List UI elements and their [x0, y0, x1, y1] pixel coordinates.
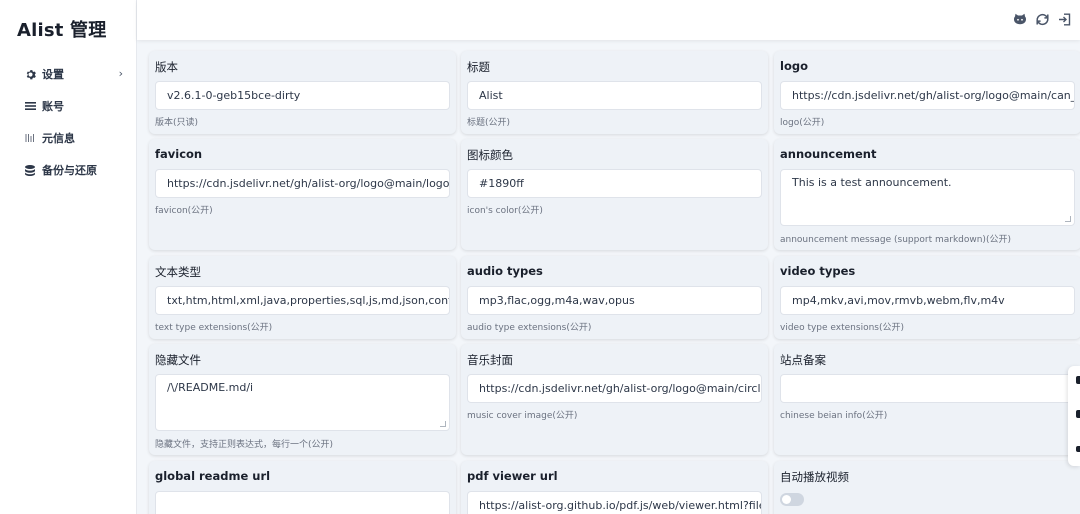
- setting-card-announcement: announcement This is a test announcement…: [774, 139, 1080, 250]
- version-field[interactable]: v2.6.1-0-geb15bce-dirty: [155, 81, 450, 110]
- resize-handle-icon[interactable]: [440, 421, 446, 427]
- setting-card-beian: 站点备案 chinese beian info(公开): [774, 344, 1080, 455]
- setting-label: 站点备案: [780, 353, 826, 367]
- setting-card-favicon: favicon https://cdn.jsdelivr.net/gh/alis…: [149, 139, 456, 250]
- music-cover-field[interactable]: https://cdn.jsdelivr.net/gh/alist-org/lo…: [467, 374, 762, 403]
- hidden-files-text: /\/README.md/i: [167, 381, 254, 394]
- setting-label: favicon: [155, 147, 203, 161]
- setting-label: 隐藏文件: [155, 353, 201, 367]
- video-types-field[interactable]: mp4,mkv,avi,mov,rmvb,webm,flv,m4v: [780, 286, 1075, 315]
- list-icon: [24, 100, 36, 112]
- setting-label: announcement: [780, 147, 877, 161]
- hidden-files-textarea[interactable]: /\/README.md/i: [155, 374, 450, 431]
- setting-card-icon-color: 图标颜色 #1890ff icon's color(公开): [461, 139, 768, 250]
- setting-label: 文本类型: [155, 265, 201, 279]
- setting-help: text type extensions(公开): [155, 323, 273, 333]
- favicon-field[interactable]: https://cdn.jsdelivr.net/gh/alist-org/lo…: [155, 169, 450, 198]
- setting-label: 音乐封面: [467, 353, 513, 367]
- sidebar-item-label: 账号: [42, 100, 64, 113]
- setting-card-text-types: 文本类型 txt,htm,html,xml,java,properties,sq…: [149, 256, 456, 339]
- setting-label: pdf viewer url: [467, 469, 558, 483]
- setting-label: 版本: [155, 60, 178, 74]
- setting-help: video type extensions(公开): [780, 323, 904, 333]
- setting-card-version: 版本 v2.6.1-0-geb15bce-dirty 版本(只读): [149, 51, 456, 134]
- setting-card-hidden-files: 隐藏文件 /\/README.md/i 隐藏文件，支持正则表达式，每行一个(公开…: [149, 344, 456, 455]
- autoplay-toggle[interactable]: [780, 493, 804, 506]
- gear-icon: [24, 68, 36, 80]
- setting-label: global readme url: [155, 469, 271, 483]
- sidebar-item-accounts[interactable]: 账号: [0, 90, 137, 122]
- audio-types-field[interactable]: mp3,flac,ogg,m4a,wav,opus: [467, 286, 762, 315]
- setting-help: announcement message (support markdown)(…: [780, 235, 1011, 245]
- logo-field[interactable]: https://cdn.jsdelivr.net/gh/alist-org/lo…: [780, 81, 1075, 110]
- icon-color-field[interactable]: #1890ff: [467, 169, 762, 198]
- title-field[interactable]: Alist: [467, 81, 762, 110]
- setting-label: 标题: [467, 60, 490, 74]
- setting-card-global-readme: global readme url: [149, 461, 456, 514]
- setting-card-title: 标题 Alist 标题(公开): [461, 51, 768, 134]
- setting-card-autoplay: 自动播放视频: [774, 461, 1080, 514]
- panel-icon[interactable]: [1076, 446, 1080, 452]
- setting-help: favicon(公开): [155, 206, 213, 216]
- setting-help: chinese beian info(公开): [780, 411, 888, 421]
- setting-help: 版本(只读): [155, 118, 199, 128]
- floating-side-panel[interactable]: [1068, 366, 1080, 466]
- announcement-textarea[interactable]: This is a test announcement.: [780, 169, 1075, 226]
- setting-card-music-cover: 音乐封面 https://cdn.jsdelivr.net/gh/alist-o…: [461, 344, 768, 455]
- setting-label: 自动播放视频: [780, 470, 849, 484]
- setting-help: 隐藏文件，支持正则表达式，每行一个(公开): [155, 440, 334, 450]
- setting-help: icon's color(公开): [467, 206, 543, 216]
- setting-card-pdf-viewer: pdf viewer url https://alist-org.github.…: [461, 461, 768, 514]
- meta-icon: [24, 132, 36, 144]
- sidebar-item-label: 备份与还原: [42, 164, 97, 177]
- setting-label: 图标颜色: [467, 148, 513, 162]
- chevron-right-icon: ›: [118, 67, 123, 80]
- database-icon: [24, 164, 36, 176]
- setting-label: logo: [780, 59, 808, 73]
- setting-card-audio-types: audio types mp3,flac,ogg,m4a,wav,opus au…: [461, 256, 768, 339]
- panel-icon[interactable]: [1076, 376, 1080, 384]
- pdf-viewer-field[interactable]: https://alist-org.github.io/pdf.js/web/v…: [467, 491, 762, 514]
- sidebar-nav: 设置 › 账号 元信息 备份与还原: [0, 58, 137, 186]
- brand-title: Alist 管理: [17, 20, 107, 41]
- global-readme-field[interactable]: [155, 491, 450, 514]
- resize-handle-icon[interactable]: [1065, 216, 1071, 222]
- sidebar-item-backup[interactable]: 备份与还原: [0, 154, 137, 186]
- setting-help: 标题(公开): [467, 118, 511, 128]
- sidebar-item-label: 元信息: [42, 132, 75, 145]
- text-types-field[interactable]: txt,htm,html,xml,java,properties,sql,js,…: [155, 286, 450, 315]
- setting-label: video types: [780, 264, 856, 278]
- setting-card-logo: logo https://cdn.jsdelivr.net/gh/alist-o…: [774, 51, 1080, 134]
- github-icon[interactable]: [1011, 10, 1029, 28]
- announcement-text: This is a test announcement.: [792, 176, 952, 189]
- sidebar-item-label: 设置: [42, 68, 64, 81]
- sidebar-item-meta[interactable]: 元信息: [0, 122, 137, 154]
- logout-icon[interactable]: [1055, 10, 1073, 28]
- panel-icon[interactable]: [1076, 410, 1080, 418]
- setting-card-video-types: video types mp4,mkv,avi,mov,rmvb,webm,fl…: [774, 256, 1080, 339]
- setting-help: audio type extensions(公开): [467, 323, 592, 333]
- top-header: [137, 0, 1080, 40]
- sidebar-item-settings[interactable]: 设置 ›: [0, 58, 137, 90]
- setting-help: logo(公开): [780, 118, 825, 128]
- refresh-icon[interactable]: [1033, 10, 1051, 28]
- setting-label: audio types: [467, 264, 543, 278]
- beian-field[interactable]: [780, 374, 1075, 403]
- sidebar: Alist 管理 设置 › 账号 元信息 备份与还原: [0, 0, 137, 514]
- setting-help: music cover image(公开): [467, 411, 578, 421]
